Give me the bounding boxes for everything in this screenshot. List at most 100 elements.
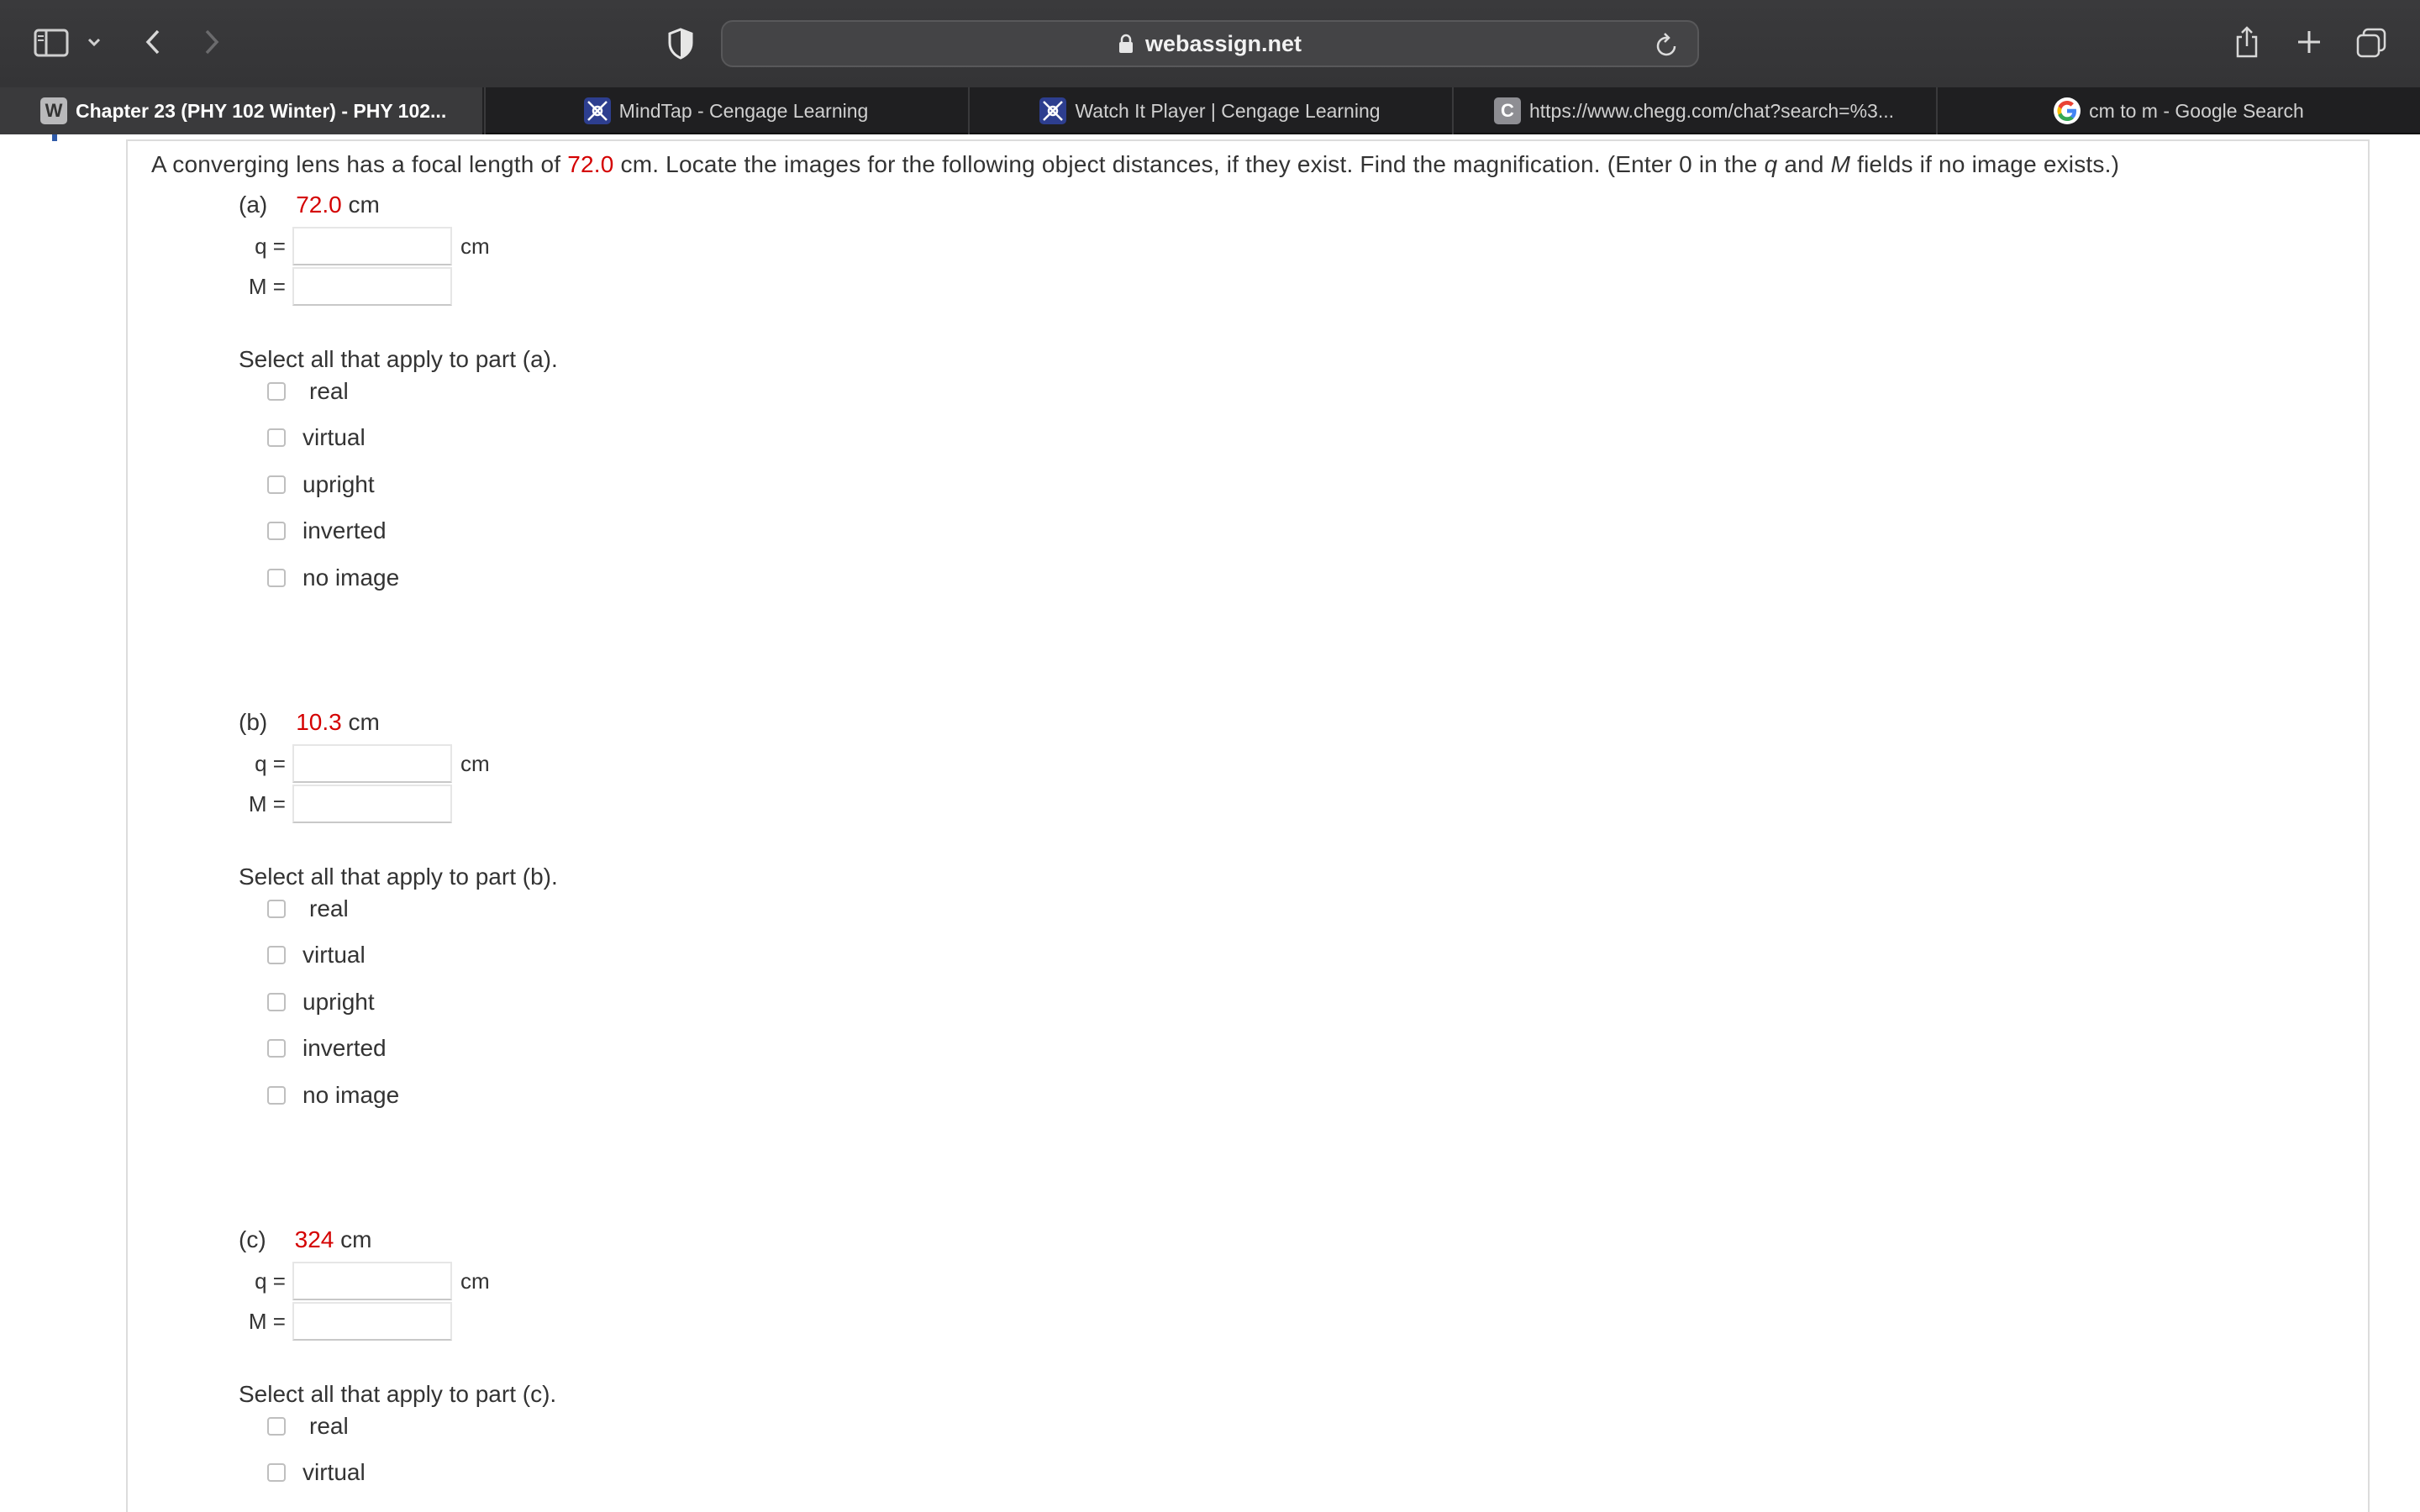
q-unit: cm <box>460 1268 490 1294</box>
m-input-b[interactable] <box>292 785 452 823</box>
tab-chegg[interactable]: C https://www.chegg.com/chat?search=%3..… <box>1452 87 1934 134</box>
tab-webassign[interactable]: W Chapter 23 (PHY 102 Winter) - PHY 102.… <box>0 87 482 134</box>
part-b-label: (b) 10.3 cm <box>239 709 380 736</box>
plus-icon <box>2298 31 2320 53</box>
tab-label: Watch It Player | Cengage Learning <box>1075 99 1381 122</box>
distance-unit: cm <box>340 1226 372 1252</box>
address-bar[interactable]: webassign.net <box>721 20 1699 67</box>
checkbox[interactable] <box>267 1039 286 1058</box>
option-label: no image <box>302 564 400 591</box>
option-label: upright <box>302 989 375 1015</box>
sidebar-menu-chevron[interactable] <box>84 32 104 52</box>
chegg-icon: C <box>1493 97 1521 124</box>
checkbox[interactable] <box>267 946 286 964</box>
checkbox[interactable] <box>267 1463 286 1482</box>
part-letter: (b) <box>239 709 268 735</box>
q-unit: cm <box>460 234 490 259</box>
q-input-c[interactable] <box>292 1262 452 1300</box>
q-unit: cm <box>460 751 490 776</box>
webassign-icon: W <box>40 97 67 124</box>
new-tab-button[interactable] <box>2294 25 2324 59</box>
share-button[interactable] <box>2232 22 2262 62</box>
sidebar-toggle-button[interactable] <box>32 25 71 60</box>
option-label: virtual <box>302 424 366 450</box>
checkbox[interactable] <box>267 993 286 1011</box>
option-real-c[interactable]: real <box>267 1413 349 1440</box>
checkbox[interactable] <box>267 475 286 494</box>
checkbox[interactable] <box>267 569 286 587</box>
tab-google-search[interactable]: cm to m - Google Search <box>1936 87 2420 134</box>
reload-button[interactable] <box>1655 32 1679 61</box>
checkbox[interactable] <box>267 1417 286 1436</box>
option-virtual-c[interactable]: virtual <box>267 1459 366 1486</box>
select-prompt-b: Select all that apply to part (b). <box>239 864 558 890</box>
m-var: M <box>248 274 267 299</box>
checkbox[interactable] <box>267 522 286 540</box>
q-label: q = <box>239 751 286 777</box>
select-prompt-c: Select all that apply to part (c). <box>239 1381 557 1407</box>
equals-sign: = <box>266 1309 286 1334</box>
chevron-right-icon <box>205 29 219 55</box>
checkbox[interactable] <box>267 382 286 401</box>
checkbox[interactable] <box>267 900 286 918</box>
part-c: (c) 324 cm q = cm M = Select all that app… <box>0 1169 840 1512</box>
option-label: real <box>309 895 349 921</box>
tab-mindtap[interactable]: MindTap - Cengage Learning <box>484 87 966 134</box>
google-icon <box>2054 97 2081 124</box>
webassign-page: A converging lens has a focal length of … <box>0 134 2420 1512</box>
object-distance: 72.0 <box>296 192 342 218</box>
tab-label: cm to m - Google Search <box>2089 99 2304 122</box>
m-input-c[interactable] <box>292 1302 452 1341</box>
option-no-image-a[interactable]: no image <box>267 564 399 591</box>
equals-sign: = <box>266 234 286 259</box>
m-var: M <box>248 791 267 816</box>
part-a: (a) 72.0 cm q = cm M = Select all that ap… <box>0 134 840 655</box>
part-letter: (a) <box>239 192 268 218</box>
tab-label: https://www.chegg.com/chat?search=%3... <box>1528 99 1895 122</box>
checkbox[interactable] <box>267 1086 286 1105</box>
q-var: q <box>255 1268 267 1294</box>
tab-bar: W Chapter 23 (PHY 102 Winter) - PHY 102.… <box>0 87 2420 134</box>
part-c-label: (c) 324 cm <box>239 1226 371 1253</box>
select-prompt-a: Select all that apply to part (a). <box>239 346 558 372</box>
tabs-icon <box>2356 28 2386 58</box>
option-virtual-a[interactable]: virtual <box>267 424 366 451</box>
option-upright-a[interactable]: upright <box>267 471 375 498</box>
distance-unit: cm <box>348 192 380 218</box>
forward-button[interactable] <box>198 24 225 60</box>
part-letter: (c) <box>239 1226 266 1252</box>
m-label: M = <box>239 1309 286 1335</box>
object-distance: 324 <box>294 1226 334 1252</box>
q-input-a[interactable] <box>292 227 452 265</box>
question-post: fields if no image exists.) <box>1850 151 2120 177</box>
tab-watch-it-player[interactable]: Watch It Player | Cengage Learning <box>968 87 1450 134</box>
option-inverted-b[interactable]: inverted <box>267 1035 387 1062</box>
m-input-a[interactable] <box>292 267 452 306</box>
equals-sign: = <box>266 791 286 816</box>
option-upright-b[interactable]: upright <box>267 989 375 1016</box>
option-virtual-b[interactable]: virtual <box>267 942 366 969</box>
object-distance: 10.3 <box>296 709 342 735</box>
option-real-a[interactable]: real <box>267 378 349 405</box>
option-label: no image <box>302 1082 400 1108</box>
q-input-b[interactable] <box>292 744 452 783</box>
equals-sign: = <box>266 751 286 776</box>
q-var: q <box>255 234 267 259</box>
q-var: q <box>255 751 267 776</box>
shield-icon <box>668 28 693 60</box>
back-button[interactable] <box>139 24 166 60</box>
cengage-icon <box>1039 97 1067 124</box>
chevron-left-icon <box>145 29 160 55</box>
url-text: webassign.net <box>1144 30 1302 56</box>
chevron-down-icon <box>87 38 101 47</box>
option-inverted-a[interactable]: inverted <box>267 517 387 544</box>
tab-overview-button[interactable] <box>2354 25 2388 60</box>
m-var: M <box>248 1309 267 1334</box>
browser-toolbar: webassign.net <box>0 0 2420 87</box>
privacy-report-button[interactable] <box>664 25 697 62</box>
option-real-b[interactable]: real <box>267 895 349 922</box>
tab-label: MindTap - Cengage Learning <box>618 99 869 122</box>
option-no-image-b[interactable]: no image <box>267 1082 399 1109</box>
checkbox[interactable] <box>267 428 286 447</box>
q-variable: q <box>1764 151 1778 177</box>
